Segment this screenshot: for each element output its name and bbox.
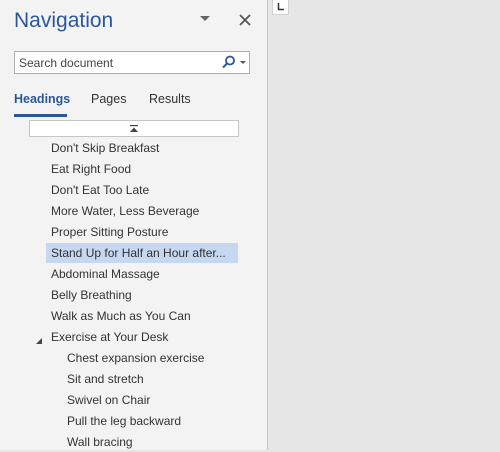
chevron-down-icon	[200, 16, 210, 21]
tab-selector-button[interactable]	[272, 0, 289, 15]
subheading-item[interactable]: Swivel on Chair	[62, 390, 150, 410]
navigation-pane: Navigation Headings Pages Results	[0, 0, 268, 450]
subheading-item[interactable]: Sit and stretch	[62, 369, 144, 389]
heading-item-selected[interactable]: Stand Up for Half an Hour after...	[46, 243, 238, 263]
tab-headings[interactable]: Headings	[14, 92, 70, 106]
collapse-all-button[interactable]	[29, 120, 239, 137]
document-area	[269, 0, 500, 450]
pane-options-button[interactable]	[198, 12, 212, 26]
search-box	[14, 51, 250, 74]
tab-results[interactable]: Results	[149, 92, 191, 106]
heading-item[interactable]: Abdominal Massage	[46, 264, 160, 284]
search-icon	[222, 55, 246, 69]
heading-item[interactable]: Exercise at Your Desk	[46, 327, 168, 347]
left-tab-stop-icon	[277, 3, 284, 11]
heading-item[interactable]: Proper Sitting Posture	[46, 222, 168, 242]
heading-item[interactable]: Walk as Much as You Can	[46, 306, 191, 326]
pane-title: Navigation	[14, 9, 114, 32]
active-tab-indicator	[14, 114, 67, 117]
close-icon	[239, 14, 251, 26]
heading-item[interactable]: Belly Breathing	[46, 285, 132, 305]
subheading-item[interactable]: Chest expansion exercise	[62, 348, 204, 368]
search-input[interactable]	[15, 52, 215, 73]
collapse-to-top-icon	[130, 125, 138, 132]
expanded-triangle-icon	[36, 338, 42, 344]
heading-item[interactable]: Don't Eat Too Late	[46, 180, 149, 200]
heading-item[interactable]: Don't Skip Breakfast	[46, 138, 159, 158]
subheading-item[interactable]: Pull the leg backward	[62, 411, 181, 431]
heading-item[interactable]: Eat Right Food	[46, 159, 131, 179]
subheading-item[interactable]: Wall bracing	[62, 432, 133, 452]
close-pane-button[interactable]	[237, 12, 253, 28]
expand-collapse-toggle[interactable]	[34, 333, 44, 344]
heading-item[interactable]: More Water, Less Beverage	[46, 201, 199, 221]
search-options-button[interactable]	[219, 54, 249, 71]
tab-pages[interactable]: Pages	[91, 92, 126, 106]
